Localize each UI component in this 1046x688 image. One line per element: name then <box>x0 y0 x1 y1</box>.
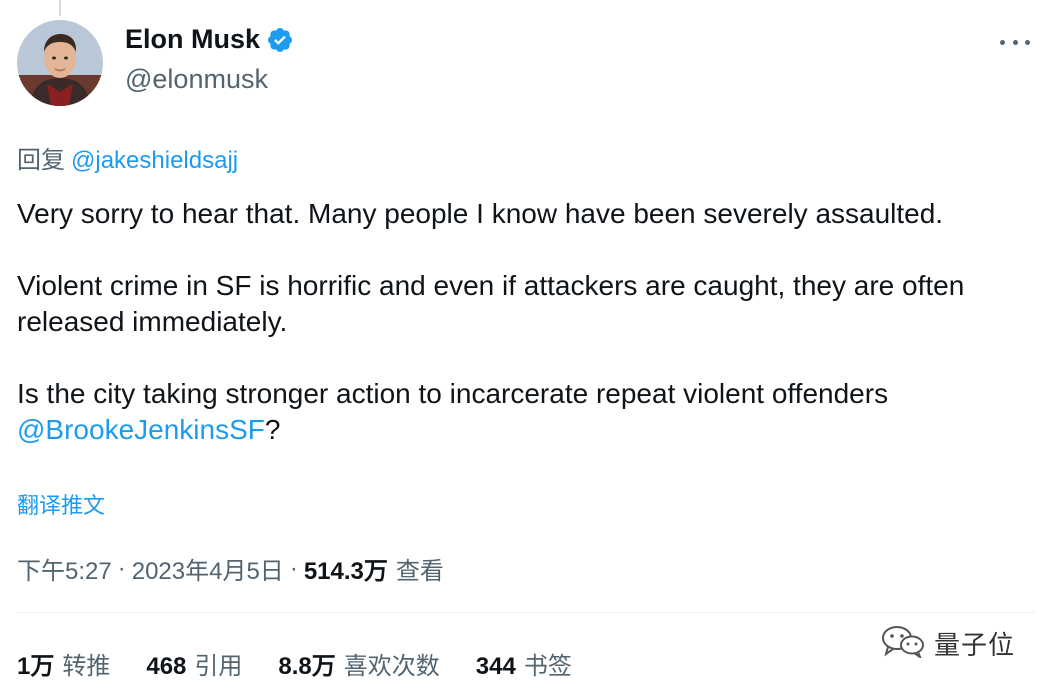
author-display-name[interactable]: Elon Musk <box>125 24 260 55</box>
mention-link[interactable]: @BrookeJenkinsSF <box>17 414 265 445</box>
retweets-count: 1万 <box>17 653 55 680</box>
likes-label: 喜欢次数 <box>343 653 440 680</box>
tweet-paragraph-2: Violent crime in SF is horrific and even… <box>17 270 965 337</box>
tweet-text: Very sorry to hear that. Many people I k… <box>17 196 1027 448</box>
wechat-icon <box>880 624 926 663</box>
divider <box>17 612 1036 613</box>
bookmarks-label: 书签 <box>523 653 572 680</box>
avatar[interactable] <box>17 20 103 106</box>
author-handle[interactable]: @elonmusk <box>125 64 268 95</box>
quotes-count: 468 <box>146 653 187 680</box>
meta-separator: · <box>289 554 298 582</box>
bookmarks-stat[interactable]: 344 书签 <box>476 646 572 681</box>
watermark: 量子位 <box>880 624 1015 663</box>
tweet-time[interactable]: 下午5:27 <box>17 551 112 586</box>
tweet-metadata: 下午5:27 · 2023年4月5日 · 514.3万 查看 <box>17 551 444 586</box>
tweet-paragraph-1: Very sorry to hear that. Many people I k… <box>17 198 944 229</box>
verified-badge-icon <box>266 26 294 54</box>
quotes-stat[interactable]: 468 引用 <box>146 646 242 681</box>
likes-count: 8.8万 <box>278 653 336 680</box>
retweets-label: 转推 <box>62 653 111 680</box>
tweet-date[interactable]: 2023年4月5日 <box>132 551 284 586</box>
likes-stat[interactable]: 8.8万 喜欢次数 <box>278 646 439 681</box>
reply-prefix: 回复 <box>17 147 65 174</box>
tweet-paragraph-3: Is the city taking stronger action to in… <box>17 376 1027 448</box>
more-options-icon[interactable] <box>1000 32 1030 52</box>
watermark-text: 量子位 <box>934 630 1016 660</box>
meta-separator: · <box>117 554 126 582</box>
reply-mention-link[interactable]: @jakeshieldsajj <box>71 147 238 174</box>
retweets-stat[interactable]: 1万 转推 <box>17 646 110 681</box>
views-count[interactable]: 514.3万 <box>304 551 388 586</box>
translate-tweet-link[interactable]: 翻译推文 <box>17 488 105 520</box>
tweet-paragraph-3-end: ? <box>264 414 281 445</box>
quotes-label: 引用 <box>194 653 243 680</box>
author-name-row: Elon Musk <box>125 24 294 55</box>
bookmarks-count: 344 <box>475 653 516 680</box>
reply-to-line: 回复 @jakeshieldsajj <box>17 140 238 175</box>
tweet-paragraph-3-text: Is the city taking stronger action to in… <box>17 378 889 409</box>
views-label: 查看 <box>395 558 444 585</box>
engagement-stats: 1万 转推 468 引用 8.8万 喜欢次数 344 书签 <box>17 646 608 681</box>
thread-connector-line <box>59 0 61 16</box>
